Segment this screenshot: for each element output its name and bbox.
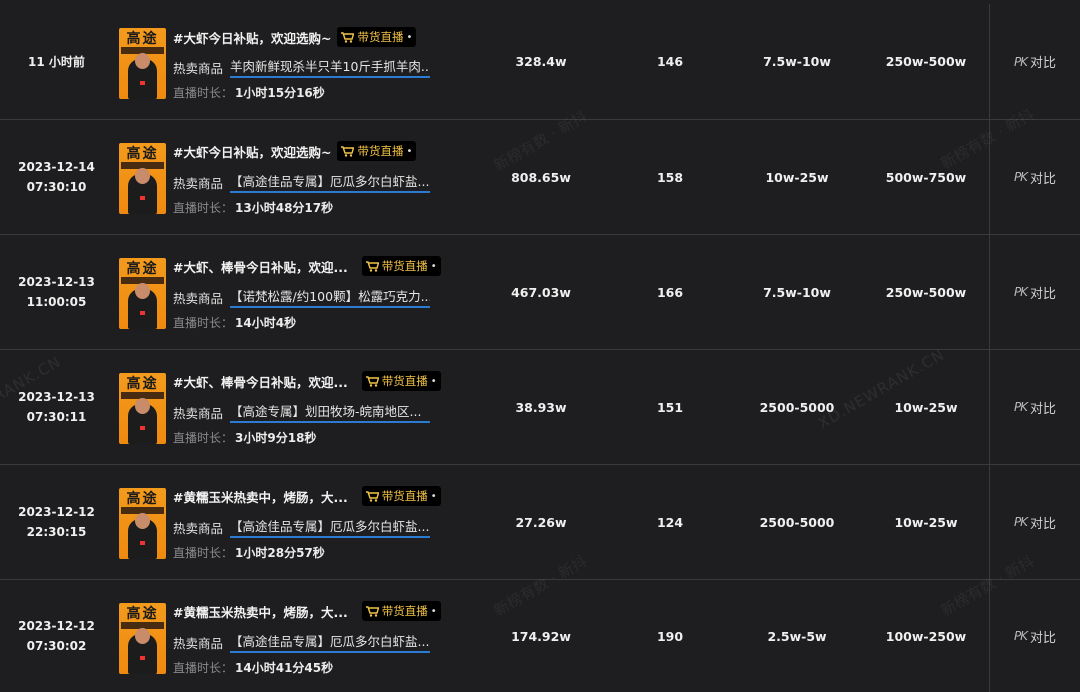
live-cover-thumbnail[interactable]: 高途 xyxy=(119,143,166,214)
table-row: 11 小时前 高途 #大虾今日补贴，欢迎选购~ 带货直播 • 热卖商品 羊肉新鲜现… xyxy=(0,4,1080,120)
audience-count: 174.92w xyxy=(511,628,571,644)
live-commerce-tag: 带货直播 • xyxy=(361,486,441,506)
duration-label: 直播时长： xyxy=(173,545,234,560)
audience-count: 467.03w xyxy=(511,284,571,300)
cart-icon xyxy=(365,490,379,502)
pk-icon: PK xyxy=(1013,515,1028,529)
live-start-time: 2023-12-13 07:30:11 xyxy=(18,390,95,424)
live-start-time: 2023-12-14 07:30:10 xyxy=(18,160,95,194)
live-cover-thumbnail[interactable]: 高途 xyxy=(119,258,166,329)
product-count: 166 xyxy=(656,284,684,300)
live-cover-thumbnail[interactable]: 高途 xyxy=(119,488,166,559)
duration-value: 1小时28分57秒 xyxy=(235,545,325,560)
sales-amount: 10w-25w xyxy=(894,399,958,415)
live-start-time: 2023-12-12 07:30:02 xyxy=(18,619,95,653)
live-records-table: 11 小时前 高途 #大虾今日补贴，欢迎选购~ 带货直播 • 热卖商品 羊肉新鲜现… xyxy=(0,0,1080,692)
live-start-time: 2023-12-13 11:00:05 xyxy=(18,275,95,309)
live-title[interactable]: #大虾今日补贴，欢迎选购~ 带货直播 • xyxy=(173,27,417,47)
pk-compare-button[interactable]: PK 对比 xyxy=(990,235,1080,349)
product-count: 151 xyxy=(656,399,684,415)
pk-compare-button[interactable]: PK 对比 xyxy=(990,120,1080,234)
duration-label: 直播时长： xyxy=(173,200,234,215)
live-commerce-tag: 带货直播 • xyxy=(361,256,441,276)
hot-goods-label: 热卖商品 xyxy=(173,175,224,191)
hot-goods-label: 热卖商品 xyxy=(173,290,224,306)
live-cover-thumbnail[interactable]: 高途 xyxy=(119,603,166,674)
sales-volume: 7.5w-10w xyxy=(763,54,831,69)
sales-volume: 2.5w-5w xyxy=(767,628,827,644)
hot-goods-label: 热卖商品 xyxy=(173,520,224,536)
sales-volume: 2500-5000 xyxy=(759,399,835,415)
live-commerce-tag: 带货直播 • xyxy=(337,141,417,161)
hot-goods-link[interactable]: 【高途佳品专属】厄瓜多尔白虾盐... xyxy=(230,516,431,538)
product-count: 190 xyxy=(656,628,684,644)
cart-icon xyxy=(365,605,379,617)
live-title[interactable]: #大虾今日补贴，欢迎选购~ 带货直播 • xyxy=(173,141,417,161)
hot-goods-label: 热卖商品 xyxy=(173,635,224,651)
live-title[interactable]: #大虾、棒骨今日补贴，欢迎... 带货直播 • xyxy=(173,371,441,391)
table-row: 2023-12-12 07:30:02 高途 #黄糯玉米热卖中，烤肠，大... … xyxy=(0,580,1080,692)
pk-icon: PK xyxy=(1013,170,1028,184)
product-count: 124 xyxy=(656,514,684,530)
cart-icon xyxy=(365,375,379,387)
live-commerce-tag: 带货直播 • xyxy=(337,27,417,47)
live-title[interactable]: #大虾、棒骨今日补贴，欢迎... 带货直播 • xyxy=(173,256,441,276)
duration-label: 直播时长： xyxy=(173,85,234,100)
live-title[interactable]: #黄糯玉米热卖中，烤肠，大... 带货直播 • xyxy=(173,486,441,506)
pk-icon: PK xyxy=(1013,400,1028,414)
duration-value: 14小时4秒 xyxy=(235,315,297,330)
live-commerce-tag: 带货直播 • xyxy=(361,601,441,621)
sales-amount: 500w-750w xyxy=(885,169,967,185)
live-start-time: 11 小时前 xyxy=(28,54,85,69)
audience-count: 328.4w xyxy=(515,54,567,69)
pk-icon: PK xyxy=(1013,629,1028,643)
duration-label: 直播时长： xyxy=(173,660,234,675)
live-commerce-tag: 带货直播 • xyxy=(361,371,441,391)
audience-count: 38.93w xyxy=(515,399,567,415)
hot-goods-link[interactable]: 【高途佳品专属】厄瓜多尔白虾盐... xyxy=(230,631,431,653)
pk-icon: PK xyxy=(1013,54,1028,69)
hot-goods-link[interactable]: 【高途佳品专属】厄瓜多尔白虾盐... xyxy=(230,171,431,193)
sales-amount: 250w-500w xyxy=(885,54,967,69)
duration-label: 直播时长： xyxy=(173,315,234,330)
table-row: 2023-12-14 07:30:10 高途 #大虾今日补贴，欢迎选购~ 带货直… xyxy=(0,120,1080,235)
duration-value: 14小时41分45秒 xyxy=(235,660,334,675)
table-row: 2023-12-13 11:00:05 高途 #大虾、棒骨今日补贴，欢迎... … xyxy=(0,235,1080,350)
audience-count: 27.26w xyxy=(515,514,567,530)
pk-icon: PK xyxy=(1013,285,1028,299)
sales-amount: 250w-500w xyxy=(885,284,967,300)
cart-icon xyxy=(341,145,355,157)
live-cover-thumbnail[interactable]: 高途 xyxy=(119,28,166,99)
hot-goods-link[interactable]: 【诺梵松露/约100颗】松露巧克力... xyxy=(230,286,431,308)
sales-amount: 100w-250w xyxy=(885,628,967,644)
duration-value: 3小时9分18秒 xyxy=(235,430,317,445)
hot-goods-link[interactable]: 【高途专属】划田牧场-皖南地区... xyxy=(230,401,431,423)
pk-compare-button[interactable]: PK 对比 xyxy=(990,465,1080,579)
duration-label: 直播时长： xyxy=(173,430,234,445)
live-cover-thumbnail[interactable]: 高途 xyxy=(119,373,166,444)
sales-volume: 2500-5000 xyxy=(759,514,835,530)
product-count: 146 xyxy=(656,54,684,69)
hot-goods-label: 热卖商品 xyxy=(173,405,224,421)
sales-volume: 7.5w-10w xyxy=(763,284,831,300)
duration-value: 13小时48分17秒 xyxy=(235,200,334,215)
pk-compare-button[interactable]: PK 对比 xyxy=(990,580,1080,692)
audience-count: 808.65w xyxy=(511,169,571,185)
table-row: 2023-12-13 07:30:11 高途 #大虾、棒骨今日补贴，欢迎... … xyxy=(0,350,1080,465)
hot-goods-link[interactable]: 羊肉新鲜现杀半只羊10斤手抓羊肉... xyxy=(230,56,431,78)
sales-amount: 10w-25w xyxy=(894,514,958,530)
cart-icon xyxy=(365,260,379,272)
table-row: 2023-12-12 22:30:15 高途 #黄糯玉米热卖中，烤肠，大... … xyxy=(0,465,1080,580)
live-start-time: 2023-12-12 22:30:15 xyxy=(18,505,95,539)
live-title[interactable]: #黄糯玉米热卖中，烤肠，大... 带货直播 • xyxy=(173,601,441,621)
product-count: 158 xyxy=(656,169,684,185)
sales-volume: 10w-25w xyxy=(765,169,829,185)
cart-icon xyxy=(341,31,355,43)
duration-value: 1小时15分16秒 xyxy=(235,85,325,100)
pk-compare-button[interactable]: PK 对比 xyxy=(990,4,1080,119)
pk-compare-button[interactable]: PK 对比 xyxy=(990,350,1080,464)
hot-goods-label: 热卖商品 xyxy=(173,60,224,76)
